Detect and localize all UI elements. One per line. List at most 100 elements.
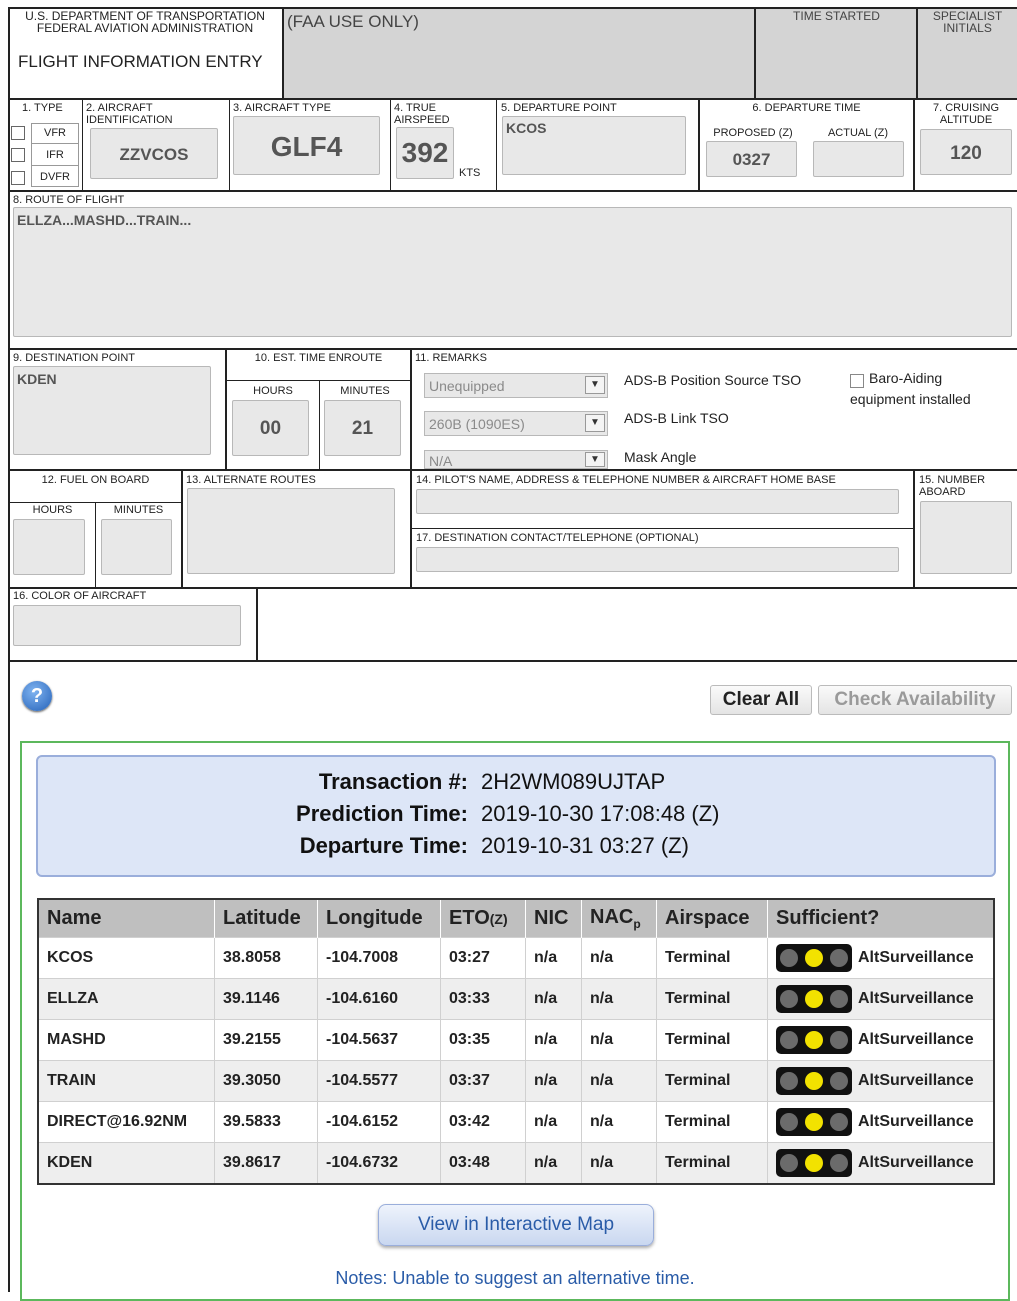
transaction-label: Transaction #: — [318, 769, 468, 794]
status-label: AltSurveillance — [858, 1113, 974, 1131]
cell-eto: 03:35 — [440, 1019, 526, 1061]
cell-airspace: Terminal — [656, 1101, 768, 1143]
ifr-checkbox[interactable] — [11, 148, 25, 162]
baro-aiding-checkbox[interactable] — [850, 374, 864, 388]
light-off — [780, 1113, 798, 1131]
light-off — [830, 1154, 848, 1172]
agency-line-2: FEDERAL AVIATION ADMINISTRATION — [36, 21, 254, 35]
col-sufficient: Sufficient? — [767, 899, 994, 938]
light-off — [780, 1154, 798, 1172]
col-eto-label: ETO — [449, 907, 490, 929]
cell-longitude: -104.6732 — [317, 1142, 441, 1184]
cell-latitude: 38.8058 — [214, 937, 318, 979]
light-on — [805, 1072, 823, 1090]
cell-nac: n/a — [581, 1019, 657, 1061]
ifr-label: IFR — [46, 149, 64, 161]
cell-latitude: 39.1146 — [214, 978, 318, 1020]
departure-time-label: 6. DEPARTURE TIME — [752, 102, 861, 114]
color-label: 16. COLOR OF AIRCRAFT — [13, 590, 147, 602]
alternate-label: 13. ALTERNATE ROUTES — [186, 474, 316, 486]
cell-nic: n/a — [525, 937, 582, 979]
waypoint-table: Name Latitude Longitude ETO(Z) NIC NACp … — [37, 898, 995, 1185]
aircraft-color-input[interactable] — [13, 605, 241, 646]
light-off — [780, 1072, 798, 1090]
adsb-position-selected: Unequipped — [429, 378, 505, 394]
cell-sufficient: AltSurveillance — [767, 1060, 994, 1102]
alternate-routes-input[interactable] — [187, 488, 395, 574]
table-row: ELLZA 39.1146 -104.6160 03:33 n/a n/a Terminal… — [37, 978, 994, 1020]
pilot-info-input[interactable] — [416, 489, 899, 514]
col-nic: NIC — [525, 899, 582, 938]
traffic-light-icon — [776, 1149, 852, 1177]
cell-longitude: -104.5577 — [317, 1060, 441, 1102]
cell-name: KDEN — [37, 1142, 215, 1184]
cell-sufficient: AltSurveillance — [767, 1101, 994, 1143]
cell-nic: n/a — [525, 1101, 582, 1143]
cell-sufficient: AltSurveillance — [767, 937, 994, 979]
fuel-hours-input[interactable] — [13, 519, 85, 575]
light-off — [780, 949, 798, 967]
traffic-light-icon — [776, 944, 852, 972]
light-on — [805, 990, 823, 1008]
cell-longitude: -104.6160 — [317, 978, 441, 1020]
fuel-minutes-input[interactable] — [101, 519, 172, 575]
specialist-label-2: INITIALS — [943, 21, 992, 35]
adsb-position-select[interactable]: Unequipped ▼ — [424, 373, 608, 398]
cell-airspace: Terminal — [656, 1060, 768, 1102]
fuel-label: 12. FUEL ON BOARD — [41, 474, 150, 486]
actual-time-input[interactable] — [813, 141, 904, 177]
cell-airspace: Terminal — [656, 978, 768, 1020]
airspeed-unit: KTS — [459, 167, 481, 179]
dvfr-label: DVFR — [40, 171, 70, 183]
ete-hours-value: 00 — [259, 418, 282, 439]
dest-contact-input[interactable] — [416, 547, 899, 572]
cell-nac: n/a — [581, 1142, 657, 1184]
light-off — [830, 949, 848, 967]
table-row: MASHD 39.2155 -104.5637 03:35 n/a n/a Terminal… — [37, 1019, 994, 1061]
adsb-link-select[interactable]: 260B (1090ES) ▼ — [424, 411, 608, 436]
clear-all-button[interactable]: Clear All — [710, 685, 812, 715]
help-icon[interactable]: ? — [22, 681, 52, 711]
aircraft-type-value: GLF4 — [270, 131, 343, 162]
cell-airspace: Terminal — [656, 1142, 768, 1184]
light-on — [805, 1113, 823, 1131]
mask-angle-select[interactable]: N/A ▼ — [424, 450, 608, 469]
cell-nac: n/a — [581, 937, 657, 979]
proposed-label: PROPOSED (Z) — [713, 127, 793, 139]
number-aboard-label-2: ABOARD — [919, 486, 966, 498]
traffic-light-icon — [776, 1026, 852, 1054]
prediction-value: 2019-10-30 17:08:48 (Z) — [481, 801, 720, 826]
cell-eto: 03:48 — [440, 1142, 526, 1184]
light-on — [805, 949, 823, 967]
status-label: AltSurveillance — [858, 949, 974, 967]
cell-longitude: -104.5637 — [317, 1019, 441, 1061]
dvfr-checkbox[interactable] — [11, 171, 25, 185]
destination-value: KDEN — [17, 371, 57, 387]
col-eto-unit: (Z) — [489, 911, 508, 927]
number-aboard-input[interactable] — [920, 501, 1012, 574]
status-label: AltSurveillance — [858, 1072, 974, 1090]
vfr-checkbox[interactable] — [11, 126, 25, 140]
light-off — [780, 990, 798, 1008]
departure-point-value: KCOS — [506, 120, 547, 136]
cell-longitude: -104.6152 — [317, 1101, 441, 1143]
col-nac: NACp — [581, 899, 657, 938]
cell-sufficient: AltSurveillance — [767, 1019, 994, 1061]
adsb-link-label: ADS-B Link TSO — [624, 410, 729, 426]
status-label: AltSurveillance — [858, 1031, 974, 1049]
adsb-link-selected: 260B (1090ES) — [429, 416, 525, 432]
route-value: ELLZA...MASHD...TRAIN... — [17, 212, 192, 228]
cell-nic: n/a — [525, 1060, 582, 1102]
cell-name: KCOS — [37, 937, 215, 979]
view-map-button[interactable]: View in Interactive Map — [378, 1204, 654, 1246]
time-started-label: TIME STARTED — [793, 9, 880, 23]
light-on — [805, 1031, 823, 1049]
col-eto: ETO(Z) — [440, 899, 526, 938]
dest-contact-label: 17. DESTINATION CONTACT/TELEPHONE (OPTIO… — [416, 532, 699, 544]
cruising-label-1: 7. CRUISING — [932, 102, 999, 114]
cell-latitude: 39.8617 — [214, 1142, 318, 1184]
info-values: 2H2WM089UJTAP 2019-10-30 17:08:48 (Z) 20… — [481, 766, 981, 862]
check-availability-button[interactable]: Check Availability — [818, 685, 1012, 715]
aircraft-type-label: 3. AIRCRAFT TYPE — [233, 102, 332, 114]
departure-value: 2019-10-31 03:27 (Z) — [481, 833, 689, 858]
